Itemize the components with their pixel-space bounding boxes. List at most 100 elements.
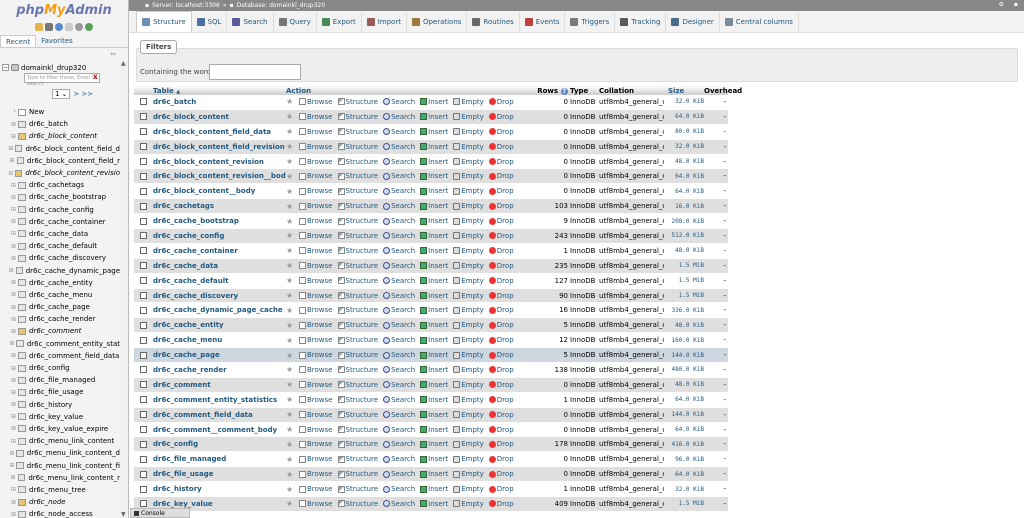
drop-action[interactable]: Drop [488,426,514,434]
empty-action[interactable]: Empty [453,366,484,374]
table-row[interactable]: dr6c_comment ★ Browse Structure Search Insert… [134,377,728,393]
expand-icon[interactable]: ⊞ [0,145,13,152]
drop-action[interactable]: Drop [488,470,514,478]
tab-events[interactable]: Events [520,11,566,32]
insert-action[interactable]: Insert [420,381,448,389]
nav-table-item[interactable]: ⊞ dr6c_node [0,496,120,508]
row-size[interactable]: 144.0 KiB [664,411,704,418]
nav-table-name[interactable]: dr6c_block_content_field_d [25,145,120,153]
table-name-link[interactable]: dr6c_file_managed [152,455,286,463]
nav-scrollbar[interactable]: ▲ ▼ [120,60,128,518]
expand-icon[interactable]: ⊞ [0,352,16,359]
favorite-star-icon[interactable]: ★ [286,321,297,330]
drop-action[interactable]: Drop [488,485,514,493]
insert-action[interactable]: Insert [420,217,448,225]
expand-icon[interactable]: ⊞ [0,486,16,493]
drop-action[interactable]: Drop [488,262,514,270]
row-checkbox[interactable] [139,262,147,270]
table-row[interactable]: dr6c_file_managed ★ Browse Structure Search I… [134,452,728,468]
search-action[interactable]: Search [383,158,415,166]
empty-action[interactable]: Empty [453,187,484,195]
nav-table-item[interactable]: ⊞ dr6c_menu_tree [0,484,120,496]
row-size[interactable]: 64.0 KiB [664,471,704,478]
collapse-icon[interactable]: − [2,64,9,71]
tab-central-columns[interactable]: Central columns [720,11,799,32]
insert-action[interactable]: Insert [420,158,448,166]
browse-action[interactable]: Browse [299,470,333,478]
structure-action[interactable]: Structure [337,426,378,434]
row-size[interactable]: 160.0 KiB [664,337,704,344]
tab-import[interactable]: Import [362,11,407,32]
nav-table-name[interactable]: dr6c_cache_entity [29,279,93,287]
drop-action[interactable]: Drop [488,351,514,359]
nav-table-item[interactable]: ⊞ dr6c_file_managed [0,374,120,386]
browse-action[interactable]: Browse [299,440,333,448]
structure-action[interactable]: Structure [337,202,378,210]
insert-action[interactable]: Insert [420,306,448,314]
nav-table-name[interactable]: dr6c_node_access [29,510,93,518]
nav-table-item[interactable]: ⊞ dr6c_comment [0,325,120,337]
structure-action[interactable]: Structure [337,217,378,225]
expand-icon[interactable]: ⊞ [0,401,16,408]
nav-table-item[interactable]: ⊞ dr6c_cachetags [0,179,120,191]
drop-action[interactable]: Drop [488,381,514,389]
nav-table-name[interactable]: dr6c_cache_data [29,230,88,238]
row-checkbox[interactable] [139,158,147,165]
row-size[interactable]: 64.0 KiB [664,188,704,195]
drop-action[interactable]: Drop [488,232,514,240]
header-rows[interactable]: Rows ? [524,87,570,95]
empty-action[interactable]: Empty [453,262,484,270]
structure-action[interactable]: Structure [337,187,378,195]
phpmyadmin-logo[interactable]: phpMyAdmin [0,0,128,21]
row-checkbox[interactable] [139,485,147,493]
home-icon[interactable] [35,23,43,31]
table-name-link[interactable]: dr6c_key_value [152,500,286,508]
nav-table-name[interactable]: dr6c_comment_field_data [29,352,119,360]
clear-filter-icon[interactable]: X [93,74,98,81]
nav-table-name[interactable]: dr6c_cache_dynamic_page [26,267,120,275]
row-size[interactable]: 512.0 KiB [664,232,704,239]
header-size[interactable]: Size [664,87,704,95]
nav-table-name[interactable]: dr6c_cache_render [29,315,95,323]
table-name-link[interactable]: dr6c_cache_discovery [152,292,286,300]
table-name-link[interactable]: dr6c_comment_field_data [152,411,286,419]
table-row[interactable]: dr6c_block_content ★ Browse Structure Search… [134,109,728,125]
structure-action[interactable]: Structure [337,113,378,121]
empty-action[interactable]: Empty [453,247,484,255]
page-select[interactable]: 1 ⌄ [52,89,71,99]
empty-action[interactable]: Empty [453,381,484,389]
browse-action[interactable]: Browse [299,366,333,374]
search-action[interactable]: Search [383,217,415,225]
row-size[interactable]: 48.0 KiB [664,381,704,388]
structure-action[interactable]: Structure [337,98,378,106]
nav-table-name[interactable]: dr6c_cache_discovery [29,254,106,262]
browse-action[interactable]: Browse [299,485,333,493]
row-size[interactable]: 144.0 KiB [664,352,704,359]
drop-action[interactable]: Drop [488,217,514,225]
insert-action[interactable]: Insert [420,247,448,255]
nav-table-item[interactable]: ⊞ dr6c_batch [0,118,120,130]
browse-action[interactable]: Browse [299,277,333,285]
collapse-all-icon[interactable]: ⇔ [110,50,116,58]
row-size[interactable]: 48.0 KiB [664,322,704,329]
nav-table-name[interactable]: dr6c_cache_menu [29,291,92,299]
structure-action[interactable]: Structure [337,306,378,314]
drop-action[interactable]: Drop [488,306,514,314]
insert-action[interactable]: Insert [420,440,448,448]
row-size[interactable]: 1.5 MiB [664,500,704,507]
search-action[interactable]: Search [383,500,415,508]
nav-table-name[interactable]: dr6c_cachetags [29,181,84,189]
browse-action[interactable]: Browse [299,292,333,300]
reload-icon[interactable] [85,23,93,31]
nav-table-name[interactable]: dr6c_block_content_revisio [25,169,120,177]
console-toggle[interactable]: Console [130,508,190,518]
search-action[interactable]: Search [383,306,415,314]
row-size[interactable]: 1.5 MiB [664,262,704,269]
row-checkbox[interactable] [139,351,147,359]
table-name-link[interactable]: dr6c_cache_page [152,351,286,359]
drop-action[interactable]: Drop [488,98,514,106]
insert-action[interactable]: Insert [420,143,448,151]
insert-action[interactable]: Insert [420,202,448,210]
table-row[interactable]: dr6c_history ★ Browse Structure Search Insert… [134,482,728,498]
row-checkbox[interactable] [139,217,147,225]
